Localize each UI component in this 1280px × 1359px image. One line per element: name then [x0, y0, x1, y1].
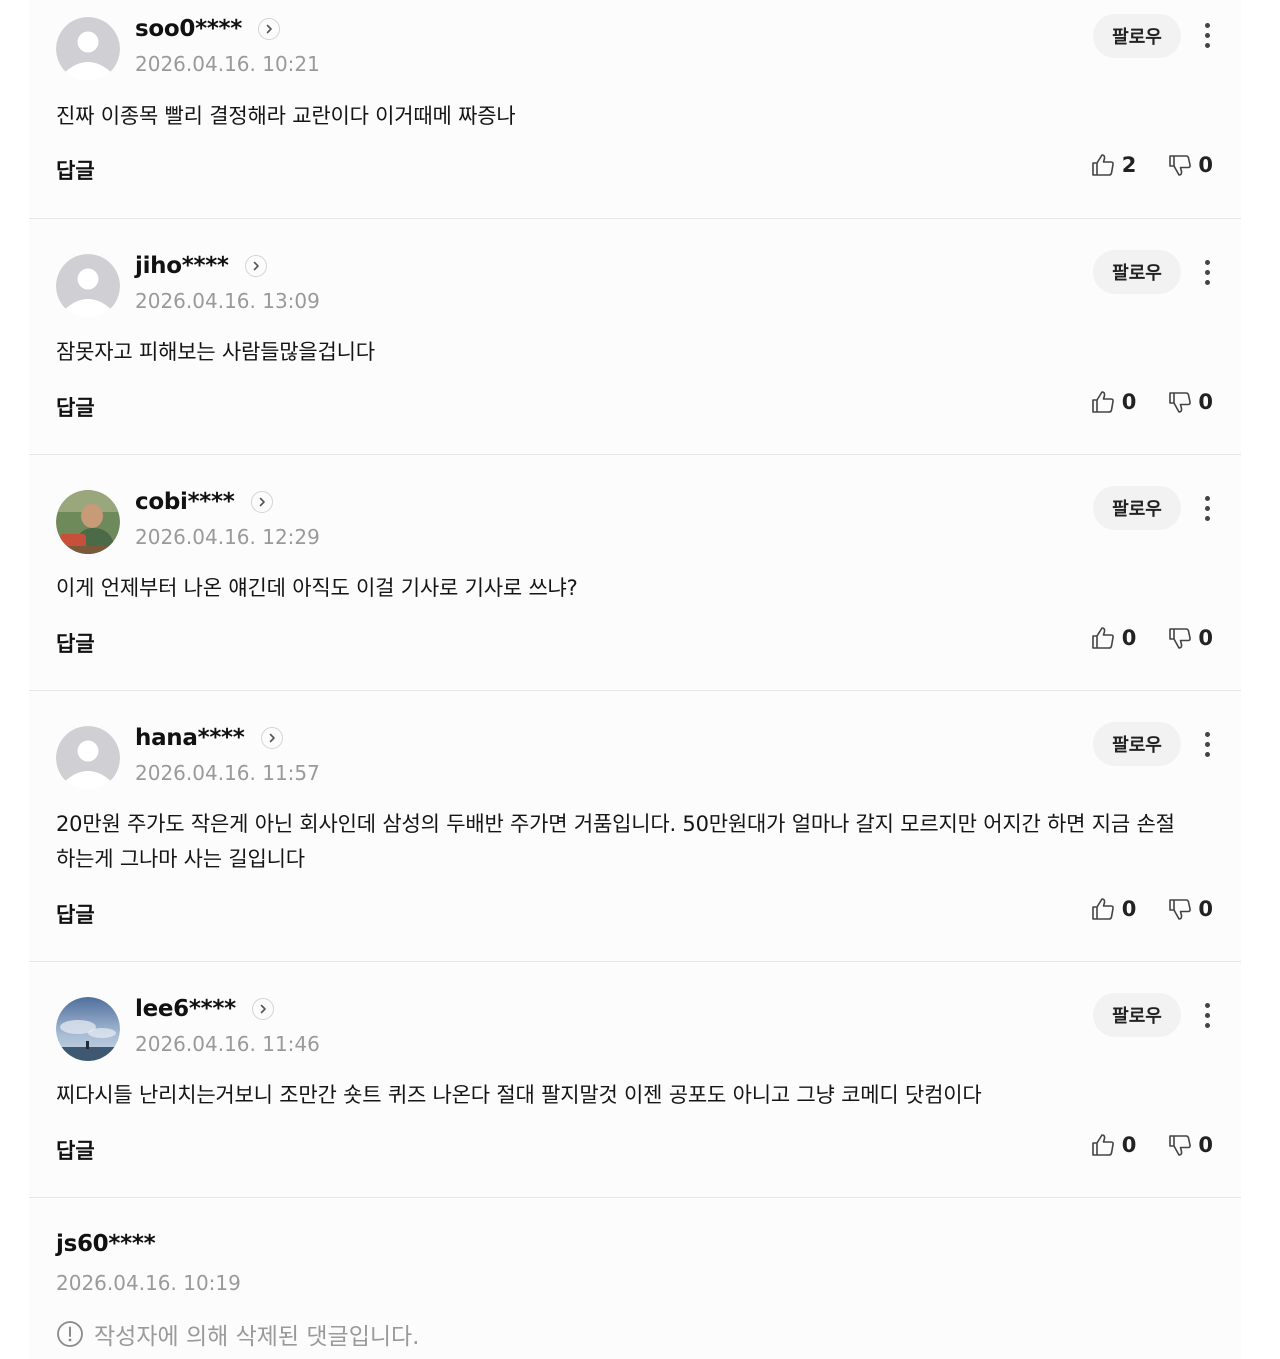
vote-group: 0 0: [1090, 389, 1213, 415]
default-avatar-icon: [56, 17, 120, 81]
thumbs-down-icon: [1169, 155, 1192, 176]
avatar[interactable]: [56, 254, 120, 318]
thumbs-up-icon: [1091, 627, 1114, 649]
nickname[interactable]: lee6****: [135, 996, 236, 1022]
follow-button[interactable]: 팔로우: [1093, 993, 1181, 1037]
thumbs-down-icon: [1169, 899, 1192, 920]
nickname[interactable]: hana****: [135, 725, 245, 751]
vote-group: 0 0: [1090, 625, 1213, 651]
chevron-right-icon[interactable]: [244, 255, 267, 277]
avatar[interactable]: [56, 17, 120, 81]
thumbs-down-icon: [1169, 628, 1192, 649]
chevron-right-icon[interactable]: [250, 491, 273, 513]
thumbs-up-icon: [1091, 154, 1114, 176]
reply-button[interactable]: 답글: [56, 1135, 95, 1165]
dislike-count: 0: [1198, 390, 1213, 414]
like-count: 0: [1121, 390, 1137, 414]
comment-meta: lee6**** 2026.04.16. 11:46: [135, 994, 320, 1056]
thumbs-up-icon: [1091, 391, 1114, 413]
avatar[interactable]: [56, 490, 120, 554]
like-count: 2: [1121, 153, 1137, 177]
photo-avatar: [56, 490, 120, 554]
dislike-count: 0: [1198, 1133, 1213, 1157]
follow-button[interactable]: 팔로우: [1093, 486, 1181, 530]
follow-button[interactable]: 팔로우: [1093, 250, 1181, 294]
reply-button[interactable]: 답글: [56, 392, 95, 422]
avatar[interactable]: [56, 997, 120, 1061]
dislike-count: 0: [1198, 153, 1213, 177]
dislike-button[interactable]: 0: [1166, 1132, 1213, 1158]
thumbs-down-icon: [1169, 392, 1192, 413]
comment-date: 2026.04.16. 10:19: [56, 1271, 241, 1295]
nickname[interactable]: soo0****: [135, 16, 242, 42]
nickname[interactable]: cobi****: [135, 489, 235, 515]
thumbs-down-icon: [1169, 1135, 1192, 1156]
comment-item: jiho**** 2026.04.16. 13:09 팔로우 잠못자고 피해보는…: [29, 219, 1241, 455]
like-button[interactable]: 2: [1090, 152, 1137, 178]
reply-button[interactable]: 답글: [56, 899, 95, 929]
more-options-icon[interactable]: [1195, 17, 1219, 53]
vote-group: 0 0: [1090, 896, 1213, 922]
more-options-icon[interactable]: [1195, 726, 1219, 762]
comment-item: cobi**** 2026.04.16. 12:29 팔로우 이게 언제부터 나…: [29, 455, 1241, 691]
dislike-button[interactable]: 0: [1166, 625, 1213, 651]
chevron-right-icon[interactable]: [258, 18, 281, 40]
comment-date: 2026.04.16. 10:21: [135, 52, 320, 76]
deleted-notice-text: 작성자에 의해 삭제된 댓글입니다.: [94, 1324, 420, 1350]
dislike-button[interactable]: 0: [1166, 896, 1213, 922]
deleted-comment-item: js60**** 2026.04.16. 10:19 작성자에 의해 삭제된 댓…: [29, 1198, 1241, 1358]
info-alert-icon: [57, 1321, 83, 1347]
chevron-right-icon[interactable]: [260, 727, 283, 749]
like-count: 0: [1121, 1133, 1137, 1157]
comment-text: 찌다시들 난리치는거보니 조만간 숏트 퀴즈 나온다 절대 팔지말것 이젠 공포…: [56, 1083, 982, 1107]
comment-date: 2026.04.16. 11:57: [135, 761, 320, 785]
comment-item: soo0**** 2026.04.16. 10:21 팔로우 진짜 이종목 빨리…: [29, 0, 1241, 219]
dislike-count: 0: [1198, 626, 1213, 650]
comment-date: 2026.04.16. 13:09: [135, 289, 320, 313]
more-options-icon[interactable]: [1195, 997, 1219, 1033]
comment-date: 2026.04.16. 11:46: [135, 1032, 320, 1056]
like-button[interactable]: 0: [1090, 625, 1137, 651]
comment-text: 진짜 이종목 빨리 결정해라 교란이다 이거때메 짜증나: [56, 104, 516, 128]
comment-text: 잠못자고 피해보는 사람들많을겁니다: [56, 340, 375, 364]
like-count: 0: [1121, 626, 1137, 650]
like-button[interactable]: 0: [1090, 896, 1137, 922]
comment-meta: soo0**** 2026.04.16. 10:21: [135, 14, 320, 76]
more-options-icon[interactable]: [1195, 490, 1219, 526]
follow-button[interactable]: 팔로우: [1093, 722, 1181, 766]
reply-button[interactable]: 답글: [56, 155, 95, 185]
dislike-button[interactable]: 0: [1166, 389, 1213, 415]
avatar[interactable]: [56, 726, 120, 790]
comment-meta: jiho**** 2026.04.16. 13:09: [135, 251, 320, 313]
default-avatar-icon: [56, 726, 120, 790]
nickname[interactable]: jiho****: [135, 253, 229, 279]
dislike-count: 0: [1198, 897, 1213, 921]
comment-text: 20만원 주가도 작은게 아닌 회사인데 삼성의 두배반 주가면 거품입니다. …: [56, 812, 1175, 871]
nickname: js60****: [56, 1231, 156, 1257]
comment-date: 2026.04.16. 12:29: [135, 525, 320, 549]
thumbs-up-icon: [1091, 1134, 1114, 1156]
comment-meta: cobi**** 2026.04.16. 12:29: [135, 487, 320, 549]
chevron-right-icon[interactable]: [251, 998, 274, 1020]
more-options-icon[interactable]: [1195, 254, 1219, 290]
comment-item: lee6**** 2026.04.16. 11:46 팔로우 찌다시들 난리치는…: [29, 962, 1241, 1198]
follow-button[interactable]: 팔로우: [1093, 14, 1181, 58]
default-avatar-icon: [56, 254, 120, 318]
photo-avatar: [56, 997, 120, 1061]
thumbs-up-icon: [1091, 898, 1114, 920]
dislike-button[interactable]: 0: [1166, 152, 1213, 178]
reply-button[interactable]: 답글: [56, 628, 95, 658]
comment-text: 이게 언제부터 나온 얘긴데 아직도 이걸 기사로 기사로 쓰냐?: [56, 576, 578, 600]
like-count: 0: [1121, 897, 1137, 921]
comment-item: hana**** 2026.04.16. 11:57 팔로우 20만원 주가도 …: [29, 691, 1241, 962]
like-button[interactable]: 0: [1090, 389, 1137, 415]
comment-list: soo0**** 2026.04.16. 10:21 팔로우 진짜 이종목 빨리…: [29, 0, 1241, 1359]
vote-group: 0 0: [1090, 1132, 1213, 1158]
comment-meta: hana**** 2026.04.16. 11:57: [135, 723, 320, 785]
vote-group: 2 0: [1090, 152, 1213, 178]
like-button[interactable]: 0: [1090, 1132, 1137, 1158]
deleted-notice: 작성자에 의해 삭제된 댓글입니다.: [56, 1317, 419, 1351]
